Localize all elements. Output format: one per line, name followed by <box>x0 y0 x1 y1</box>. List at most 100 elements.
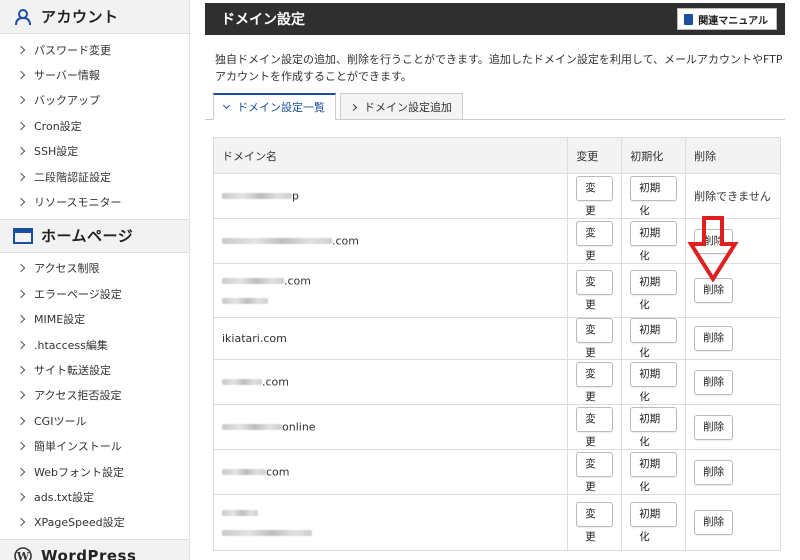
header-init: 初期化 <box>621 137 687 174</box>
tab-label: ドメイン設定一覧 <box>237 101 325 114</box>
sidebar-item[interactable]: エラーページ設定 <box>0 281 189 306</box>
change-button[interactable]: 変更 <box>576 406 614 448</box>
sidebar-header-wordpress[interactable]: W WordPress <box>0 539 189 560</box>
delete-button[interactable]: 削除 <box>694 510 734 535</box>
wordpress-icon: W <box>12 545 34 560</box>
chevron-right-icon <box>16 365 26 375</box>
sidebar-item[interactable]: MIME設定 <box>0 307 189 332</box>
sidebar-item[interactable]: バックアップ <box>0 88 189 113</box>
sidebar-item[interactable]: 簡単インストール <box>0 433 189 458</box>
redacted-domain <box>222 277 284 284</box>
delete-cell: 削除 <box>685 317 781 360</box>
sidebar-item-label: SSH設定 <box>34 145 79 159</box>
tab-domain-add[interactable]: ドメイン設定追加 <box>340 93 463 120</box>
sidebar-item[interactable]: Cron設定 <box>0 113 189 138</box>
sidebar-header-label: アカウント <box>41 8 119 26</box>
sidebar-item[interactable]: アクセス制限 <box>0 256 189 281</box>
delete-button[interactable]: 削除 <box>694 369 734 395</box>
sidebar-item-label: バックアップ <box>34 94 100 108</box>
delete-button[interactable]: 削除 <box>694 228 734 254</box>
chevron-right-icon <box>16 340 26 349</box>
sidebar-item-label: サイト転送設定 <box>34 363 111 377</box>
redacted-domain <box>222 238 332 245</box>
delete-button[interactable]: 削除 <box>694 326 734 351</box>
chevron-right-icon <box>16 197 26 207</box>
sidebar-header-homepage[interactable]: ホームページ <box>0 218 189 253</box>
init-cell: 初期化 <box>621 449 687 495</box>
related-manual-label: 関連マニュアル <box>698 15 768 27</box>
tab-bar: ドメイン設定一覧 ドメイン設定追加 <box>213 93 467 120</box>
sidebar-item[interactable]: .htaccess編集 <box>0 332 189 357</box>
table-row: com 変更 初期化 削除 <box>212 449 781 495</box>
change-button[interactable]: 変更 <box>576 175 614 217</box>
sidebar-item[interactable]: CGIツール <box>0 408 189 433</box>
sidebar-section-wordpress: W WordPress <box>0 539 189 560</box>
sidebar-item-label: サーバー情報 <box>34 69 100 83</box>
delete-cell: 削除 <box>685 263 781 318</box>
change-cell: 変更 <box>567 173 623 219</box>
tab-label: ドメイン設定追加 <box>364 101 452 114</box>
init-button[interactable]: 初期化 <box>630 220 678 262</box>
init-cell: 初期化 <box>621 359 687 405</box>
header-domain: ドメイン名 <box>212 137 569 174</box>
change-cell: 変更 <box>567 218 623 264</box>
delete-cell: 削除 <box>685 449 781 495</box>
sidebar-item[interactable]: リソースモニター <box>0 189 189 214</box>
sidebar-item[interactable]: 二段階認証設定 <box>0 164 189 189</box>
init-button[interactable]: 初期化 <box>630 502 678 543</box>
change-cell: 変更 <box>567 449 623 495</box>
change-button[interactable]: 変更 <box>576 270 614 311</box>
chevron-right-icon <box>16 416 26 426</box>
delete-button[interactable]: 削除 <box>694 414 734 440</box>
sidebar-section-homepage: ホームページ アクセス制限 エラーページ設定 MIME設定 .htaccess編集サイ… <box>0 218 189 539</box>
change-cell: 変更 <box>567 317 623 360</box>
init-button[interactable]: 初期化 <box>630 361 678 403</box>
delete-button[interactable]: 削除 <box>694 459 734 485</box>
init-button[interactable]: 初期化 <box>630 451 678 493</box>
sidebar-list-account: パスワード変更サーバー情報 バックアップ Cron設定 SSH設定二段階認証設定リソー… <box>0 34 189 219</box>
init-button[interactable]: 初期化 <box>630 318 678 359</box>
sidebar-item-label: 二段階認証設定 <box>34 170 111 184</box>
change-button[interactable]: 変更 <box>576 451 614 493</box>
domain-cell <box>212 494 569 551</box>
delete-cell: 削除 <box>685 494 781 551</box>
change-cell: 変更 <box>567 263 623 318</box>
init-button[interactable]: 初期化 <box>630 270 678 311</box>
change-button[interactable]: 変更 <box>576 502 614 543</box>
sidebar-item-label: 簡単インストール <box>34 440 122 454</box>
change-button[interactable]: 変更 <box>576 318 614 359</box>
change-button[interactable]: 変更 <box>576 361 614 403</box>
sidebar-item[interactable]: サーバー情報 <box>0 62 189 87</box>
redacted-domain <box>222 193 292 200</box>
table-row: p 変更 初期化 削除できません <box>212 173 781 219</box>
init-button[interactable]: 初期化 <box>630 175 678 217</box>
redacted-domain <box>222 379 262 386</box>
delete-cell: 削除 <box>685 218 781 264</box>
page-title-bar: ドメイン設定 関連マニュアル <box>205 3 785 35</box>
init-button[interactable]: 初期化 <box>630 406 678 448</box>
sidebar-item[interactable]: SSH設定 <box>0 139 189 164</box>
sidebar-item[interactable]: ads.txt設定 <box>0 484 189 509</box>
redacted-domain <box>222 424 282 431</box>
change-button[interactable]: 変更 <box>576 220 614 262</box>
sidebar-item[interactable]: サイト転送設定 <box>0 357 189 382</box>
sidebar-item[interactable]: パスワード変更 <box>0 37 189 62</box>
tab-domain-list[interactable]: ドメイン設定一覧 <box>213 93 336 120</box>
chevron-right-icon <box>16 314 26 324</box>
delete-button[interactable]: 削除 <box>694 278 734 303</box>
sidebar-item[interactable]: Webフォント設定 <box>0 459 189 484</box>
related-manual-button[interactable]: 関連マニュアル <box>677 8 777 30</box>
sidebar-header-account[interactable]: アカウント <box>0 0 189 34</box>
init-cell: 初期化 <box>621 263 687 318</box>
change-cell: 変更 <box>567 404 623 450</box>
sidebar-item-label: XPageSpeed設定 <box>34 516 125 530</box>
init-cell: 初期化 <box>621 494 687 551</box>
sidebar-item[interactable]: アクセス拒否設定 <box>0 383 189 408</box>
sidebar-item[interactable]: XPageSpeed設定 <box>0 510 189 535</box>
domain-suffix: .com <box>284 274 311 288</box>
table-header-row: ドメイン名 変更 初期化 削除 <box>212 137 781 174</box>
chevron-right-icon <box>16 172 26 181</box>
delete-cell: 削除 <box>685 359 781 405</box>
init-cell: 初期化 <box>621 317 687 360</box>
chevron-down-icon <box>222 101 231 110</box>
